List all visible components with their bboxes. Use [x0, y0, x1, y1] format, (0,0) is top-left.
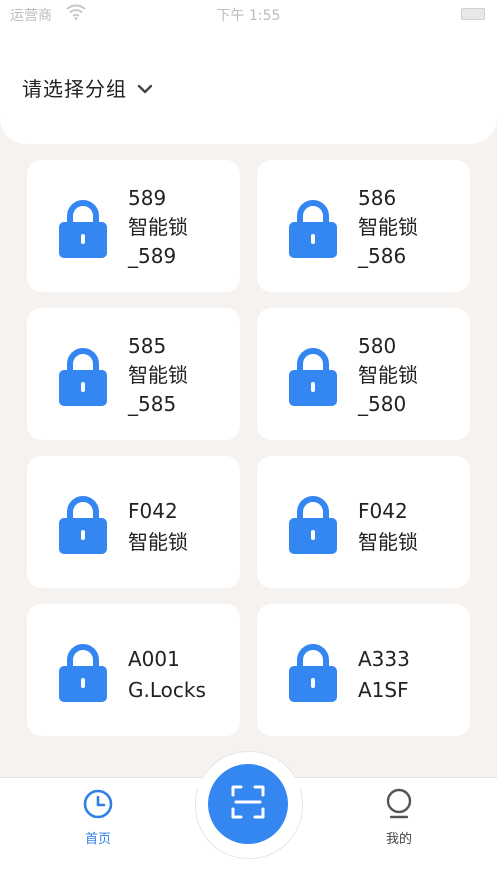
device-line: 智能锁 [128, 530, 188, 554]
header-panel: 请选择分组 [0, 28, 497, 144]
device-card[interactable]: 586 智能锁 _586 [257, 160, 470, 292]
group-selector[interactable]: 请选择分组 [22, 70, 153, 104]
tab-mine[interactable]: 我的 [349, 788, 449, 847]
device-line: _589 [128, 244, 177, 268]
lock-icon [289, 344, 337, 412]
device-card-text: 585 智能锁 _585 [128, 332, 188, 419]
device-card-text: 580 智能锁 _580 [358, 332, 418, 419]
device-line: F042 [128, 499, 178, 523]
tab-mine-label: 我的 [385, 832, 412, 847]
device-card[interactable]: 589 智能锁 _589 [27, 160, 240, 292]
device-line: 586 [358, 186, 397, 210]
device-card-text: A333 A1SF [358, 644, 410, 706]
tab-home-label: 首页 [84, 832, 111, 847]
device-card-text: 586 智能锁 _586 [358, 184, 418, 271]
lock-icon [59, 492, 107, 560]
device-card-text: 589 智能锁 _589 [128, 184, 188, 271]
scan-button[interactable] [208, 764, 288, 844]
device-card[interactable]: 580 智能锁 _580 [257, 308, 470, 440]
chevron-down-icon [137, 79, 153, 98]
device-card[interactable]: F042 智能锁 [27, 456, 240, 588]
lock-icon [289, 492, 337, 560]
device-line: 智能锁 [128, 215, 188, 239]
device-line: 585 [128, 334, 167, 358]
device-line: G.Locks [128, 678, 206, 702]
device-line: _585 [128, 392, 177, 416]
device-card-text: F042 智能锁 [358, 496, 418, 558]
status-time: 下午 1:55 [216, 8, 281, 24]
device-card-text: A001 G.Locks [128, 644, 206, 706]
device-line: F042 [358, 499, 408, 523]
user-icon [383, 788, 415, 824]
device-card[interactable]: 585 智能锁 _585 [27, 308, 240, 440]
lock-icon [59, 640, 107, 708]
lock-icon [289, 196, 337, 264]
clock-icon [82, 789, 114, 824]
device-line: A333 [358, 647, 410, 671]
device-card[interactable]: A333 A1SF [257, 604, 470, 736]
lock-icon [59, 344, 107, 412]
tab-home[interactable]: 首页 [48, 788, 148, 847]
device-card-text: F042 智能锁 [128, 496, 188, 558]
group-selector-label: 请选择分组 [22, 76, 127, 101]
device-line: 智能锁 [358, 530, 418, 554]
device-line: 589 [128, 186, 167, 210]
device-card[interactable]: F042 智能锁 [257, 456, 470, 588]
device-line: A1SF [358, 678, 409, 702]
status-bar: 运营商 下午 1:55 [0, 0, 497, 28]
device-line: A001 [128, 647, 180, 671]
device-line: 580 [358, 334, 397, 358]
scan-icon [230, 784, 266, 824]
device-line: 智能锁 [128, 363, 188, 387]
battery-icon [461, 8, 485, 20]
lock-icon [59, 196, 107, 264]
device-line: 智能锁 [358, 215, 418, 239]
device-line: 智能锁 [358, 363, 418, 387]
device-card[interactable]: A001 G.Locks [27, 604, 240, 736]
device-line: _586 [358, 244, 407, 268]
device-line: _580 [358, 392, 407, 416]
lock-icon [289, 640, 337, 708]
